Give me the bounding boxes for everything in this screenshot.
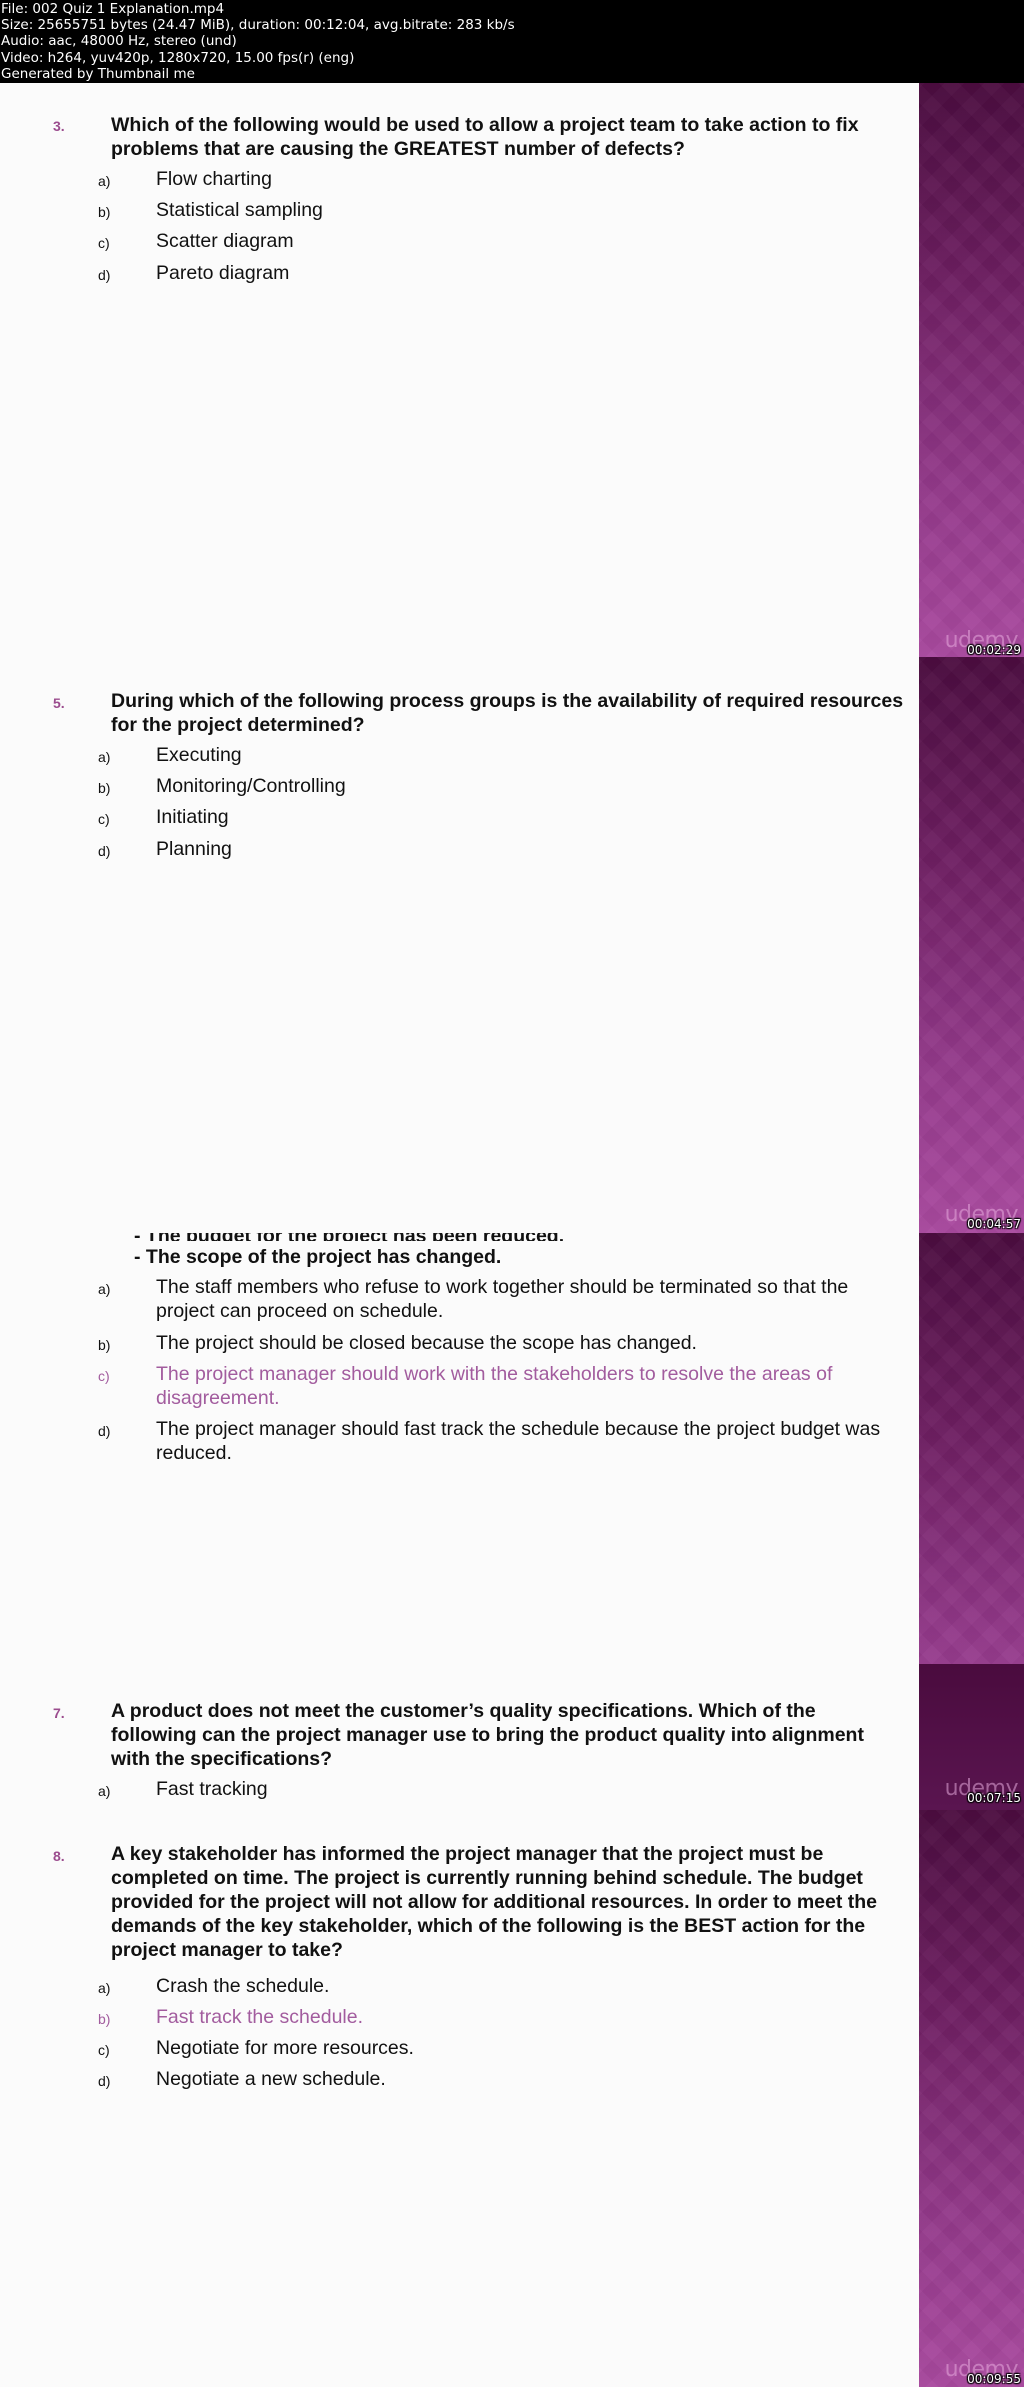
- option-letter: a): [98, 749, 111, 765]
- option-text[interactable]: Pareto diagram: [156, 261, 896, 285]
- frame-timestamp: 00:04:57: [967, 1217, 1021, 1231]
- question-text: Which of the following would be used to …: [111, 114, 859, 160]
- option-text[interactable]: Initiating: [156, 805, 896, 829]
- option-letter: a): [98, 1783, 111, 1799]
- question-number: 3.: [53, 118, 65, 134]
- video-frame-1: udemy 00:02:29 3. Which of the following…: [0, 83, 1024, 657]
- option-text[interactable]: Negotiate for more resources.: [156, 2036, 896, 2060]
- side-panel: udemy 00:07:15: [919, 1233, 1024, 1810]
- option-letter: d): [98, 2073, 111, 2089]
- video-frame-4: udemy 00:09:55 8. A key stakeholder has …: [0, 1810, 1024, 2387]
- option-letter: d): [98, 843, 111, 859]
- question-number: 7.: [53, 1705, 65, 1721]
- video-info-line: Video: h264, yuv420p, 1280x720, 15.00 fp…: [1, 49, 355, 66]
- option-text[interactable]: Flow charting: [156, 167, 896, 191]
- option-letter: b): [98, 1337, 111, 1353]
- video-frame-2: udemy 00:04:57 5. During which of the fo…: [0, 657, 1024, 1233]
- option-text-correct[interactable]: The project manager should work with the…: [156, 1362, 856, 1410]
- context-bullet: - The scope of the project has changed.: [134, 1246, 502, 1268]
- option-letter: d): [98, 267, 111, 283]
- question-text: A key stakeholder has informed the proje…: [111, 1843, 878, 1961]
- question-number: 5.: [53, 695, 65, 711]
- question-text: During which of the following process gr…: [111, 690, 904, 736]
- audio-info-line: Audio: aac, 48000 Hz, stereo (und): [1, 33, 237, 50]
- option-letter: c): [98, 235, 110, 251]
- option-letter: c): [98, 2042, 110, 2058]
- option-text-correct[interactable]: Fast track the schedule.: [156, 2005, 896, 2029]
- file-size-line: Size: 25655751 bytes (24.47 MiB), durati…: [1, 17, 515, 34]
- option-text[interactable]: Executing: [156, 743, 896, 767]
- option-letter: a): [98, 1281, 111, 1297]
- option-text[interactable]: The project should be closed because the…: [156, 1331, 896, 1355]
- option-letter: c): [98, 811, 110, 827]
- frame-timestamp: 00:09:55: [967, 2372, 1021, 2386]
- option-letter: b): [98, 780, 111, 796]
- option-text[interactable]: The project manager should fast track th…: [156, 1417, 896, 1465]
- frame-timestamp: 00:02:29: [967, 643, 1021, 657]
- option-letter: a): [98, 173, 111, 189]
- video-info-header: File: 002 Quiz 1 Explanation.mp4 Size: 2…: [0, 0, 1024, 83]
- option-text[interactable]: Scatter diagram: [156, 229, 896, 253]
- side-panel: udemy 00:02:29: [919, 83, 1024, 657]
- option-text[interactable]: The staff members who refuse to work tog…: [156, 1275, 896, 1323]
- question-text: A product does not meet the customer’s q…: [111, 1700, 864, 1770]
- option-letter: d): [98, 1423, 111, 1439]
- option-letter-correct: b): [98, 2011, 111, 2027]
- video-frame-3: udemy 00:07:15 - The budget for the proj…: [0, 1233, 1024, 1810]
- option-text[interactable]: Fast tracking: [156, 1777, 896, 1801]
- option-letter: b): [98, 204, 111, 220]
- context-bullet-text: - The budget for the project has been re…: [134, 1233, 564, 1241]
- frame-timestamp: 00:07:15: [967, 1791, 1021, 1805]
- context-bullet-cut: - The budget for the project has been re…: [134, 1233, 564, 1241]
- side-panel: udemy 00:09:55: [919, 1810, 1024, 2387]
- option-text[interactable]: Negotiate a new schedule.: [156, 2067, 896, 2091]
- option-text[interactable]: Monitoring/Controlling: [156, 774, 896, 798]
- side-panel: udemy 00:04:57: [919, 657, 1024, 1233]
- option-letter: a): [98, 1980, 111, 1996]
- option-letter-correct: c): [98, 1368, 110, 1384]
- option-text[interactable]: Crash the schedule.: [156, 1974, 896, 1998]
- option-text[interactable]: Planning: [156, 837, 896, 861]
- generator-line: Generated by Thumbnail me: [1, 65, 195, 82]
- question-number: 8.: [53, 1848, 65, 1864]
- file-name-line: File: 002 Quiz 1 Explanation.mp4: [1, 1, 225, 17]
- option-text[interactable]: Statistical sampling: [156, 198, 896, 222]
